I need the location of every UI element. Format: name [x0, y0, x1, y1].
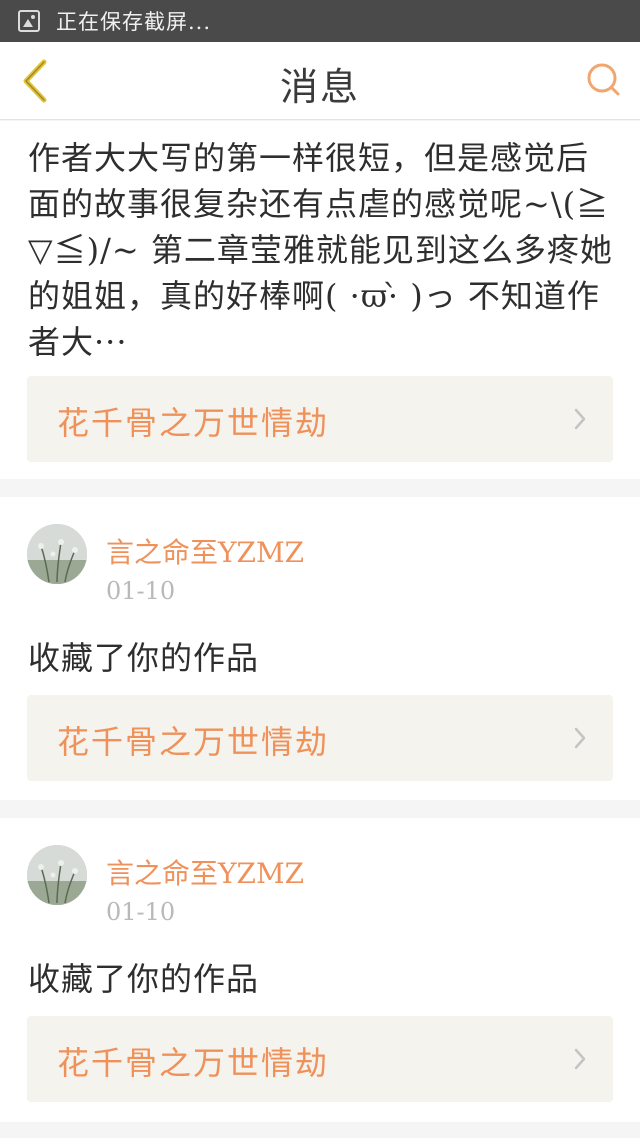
chevron-right-icon [573, 408, 587, 430]
image-icon [18, 10, 40, 32]
message-card-comment: 作者大大写的第一样很短，但是感觉后面的故事很复杂还有点虐的感觉呢~\(≧▽≦)/… [0, 121, 640, 479]
chevron-right-icon [573, 727, 587, 749]
work-link[interactable]: 花千骨之万世情劫 [27, 376, 613, 462]
avatar[interactable] [27, 845, 87, 905]
avatar[interactable] [27, 524, 87, 584]
message-card-favorite: 言之命至YZMZ 01-10 收藏了你的作品 花千骨之万世情劫 [0, 818, 640, 1122]
search-icon[interactable] [586, 62, 622, 98]
message-card-favorite: 言之命至YZMZ 01-10 收藏了你的作品 花千骨之万世情劫 [0, 497, 640, 800]
work-title: 花千骨之万世情劫 [57, 723, 330, 761]
chevron-right-icon [573, 1048, 587, 1070]
work-title: 花千骨之万世情劫 [57, 1044, 330, 1082]
page-title: 消息 [279, 65, 360, 109]
header: 消息 [0, 42, 640, 120]
status-bar: 正在保存截屏... [0, 0, 640, 42]
work-link[interactable]: 花千骨之万世情劫 [27, 1016, 613, 1102]
user-name[interactable]: 言之命至YZMZ [106, 531, 304, 571]
work-link[interactable]: 花千骨之万世情劫 [27, 695, 613, 781]
user-name[interactable]: 言之命至YZMZ [106, 852, 304, 892]
work-title: 花千骨之万世情劫 [57, 404, 330, 442]
status-text: 正在保存截屏... [56, 10, 212, 34]
message-text: 收藏了你的作品 [28, 639, 260, 677]
comment-text: 作者大大写的第一样很短，但是感觉后面的故事很复杂还有点虐的感觉呢~\(≧▽≦)/… [28, 139, 613, 361]
message-date: 01-10 [106, 898, 176, 926]
message-date: 01-10 [106, 577, 176, 605]
message-text: 收藏了你的作品 [28, 960, 260, 998]
